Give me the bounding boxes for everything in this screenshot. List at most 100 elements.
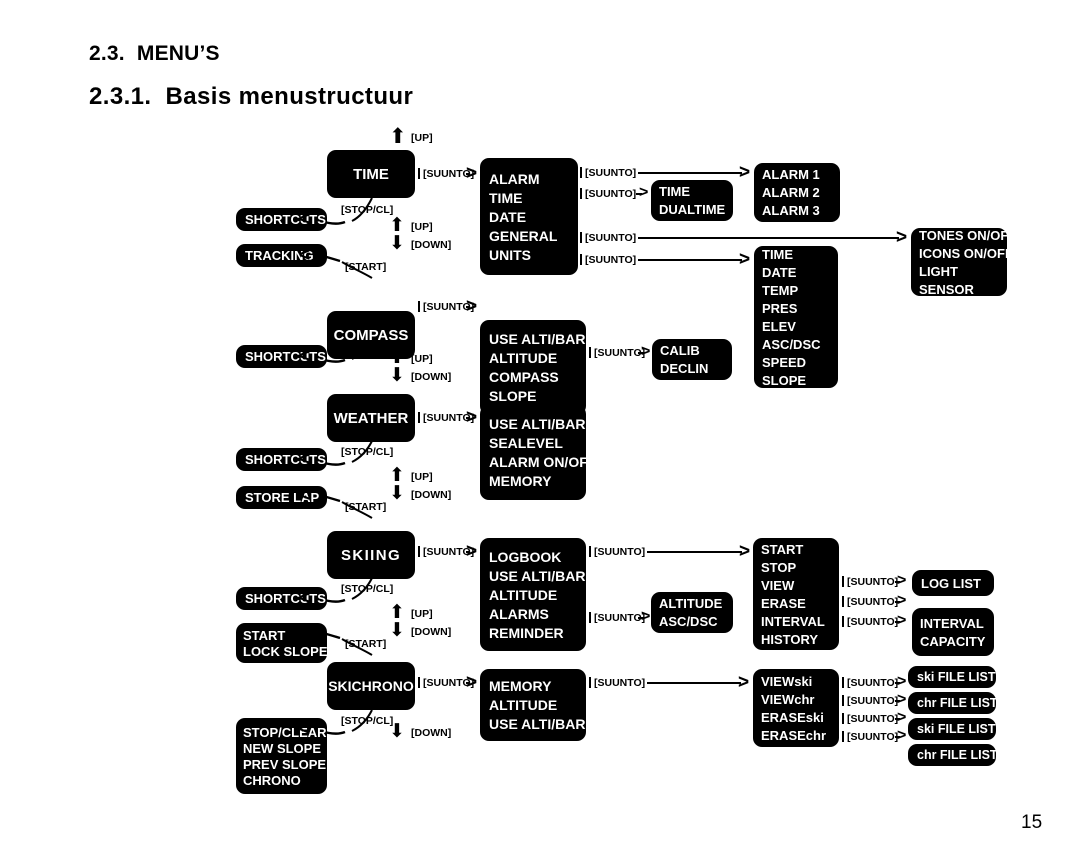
shortcut-label-new-slope: NEW SLOPE xyxy=(243,740,322,756)
connector-line xyxy=(638,172,742,174)
connector-tick xyxy=(418,168,420,179)
menu-box-compass-calib[interactable]: CALIB DECLIN xyxy=(652,339,732,380)
arrow-left-icon: < xyxy=(299,588,311,609)
connector-tick xyxy=(842,576,844,587)
shortcut-box-weather-shortcuts[interactable]: SHORTCUTS xyxy=(236,448,327,471)
menu-box-skiing-alarms[interactable]: ALTITUDE ASC/DSC xyxy=(651,592,733,633)
mode-box-compass[interactable]: COMPASS xyxy=(327,311,415,359)
suunto-label: [SUUNTO] xyxy=(847,677,899,689)
menu-box-skichrono-menu[interactable]: MEMORY ALTITUDE USE ALTI/BARO xyxy=(480,669,597,741)
arrow-right-icon: > xyxy=(739,541,751,562)
arrow-right-icon: > xyxy=(897,727,907,744)
menu-item: GENERAL xyxy=(489,227,558,244)
arrow-right-icon: > xyxy=(639,184,649,201)
menu-item: LOG LIST xyxy=(921,575,981,591)
suunto-label: [SUUNTO] xyxy=(585,188,637,200)
connector-tick xyxy=(580,254,582,265)
menu-box-time-menu[interactable]: ALARM TIME DATE GENERAL UNITS xyxy=(480,158,578,275)
mode-box-skichrono[interactable]: SKICHRONO xyxy=(327,662,415,710)
menu-item: ALARM ON/OFF xyxy=(489,454,597,470)
menu-box-time-dualtime[interactable]: TIME DUALTIME xyxy=(651,180,733,221)
menu-item: ALARM 3 xyxy=(762,203,820,218)
menu-box-file-list-4[interactable]: chr FILE LIST xyxy=(908,744,998,766)
menu-item: ERASEski xyxy=(761,709,824,725)
menu-item: ASC/DSC xyxy=(659,614,718,629)
mode-box-skiing[interactable]: SKIING xyxy=(327,531,415,579)
menu-box-logbook[interactable]: START STOP VIEW ERASE INTERVAL HISTORY xyxy=(753,538,839,650)
shortcut-label-prev-slope: PREV SLOPE xyxy=(243,756,327,772)
menu-box-compass-menu[interactable]: USE ALTI/BARO ALTITUDE COMPASS SLOPE xyxy=(480,320,596,415)
menu-item: USE ALTI/BARO xyxy=(489,716,597,732)
suunto-label: [SUUNTO] xyxy=(585,232,637,244)
suunto-label: [SUUNTO] xyxy=(847,576,899,588)
stopcl-label-skiing: [STOP/CL] xyxy=(341,583,394,595)
menu-box-interval-capacity[interactable]: INTERVAL CAPACITY xyxy=(912,608,994,656)
up-label-time2: [UP] xyxy=(411,221,433,233)
arrow-right-icon: > xyxy=(896,227,908,248)
shortcut-label-chrono: CHRONO xyxy=(243,772,301,788)
shortcut-box-skiing-shortcuts[interactable]: SHORTCUTS xyxy=(236,587,327,610)
menu-box-skichrono-memory[interactable]: VIEWski VIEWchr ERASEski ERASEchr xyxy=(753,669,839,747)
section-heading: 2.3. MENU’S xyxy=(89,42,220,66)
arrow-right-icon: > xyxy=(466,672,478,693)
shortcut-box-compass-shortcuts[interactable]: SHORTCUTS xyxy=(236,345,327,368)
shortcut-box-weather-store-lap[interactable]: STORE LAP xyxy=(236,486,327,509)
menu-item: SLOPE xyxy=(762,372,807,388)
connector-tick xyxy=(418,412,420,423)
menu-item: USE ALTI/BARO xyxy=(489,567,597,584)
down-arrow-icon: ⬇ xyxy=(389,620,405,641)
mode-label-skiing: SKIING xyxy=(340,546,402,564)
arrow-right-icon: > xyxy=(466,296,478,317)
arrow-right-icon: > xyxy=(897,709,907,726)
menu-item: LOGBOOK xyxy=(489,548,562,565)
menu-item: UNITS xyxy=(489,246,531,263)
arrow-right-icon: > xyxy=(641,343,651,360)
suunto-label: [SUUNTO] xyxy=(594,677,646,689)
arrow-right-icon: > xyxy=(897,673,907,690)
arrow-right-icon: > xyxy=(466,163,478,184)
menu-item: TIME xyxy=(489,189,523,206)
start-label-time: [START] xyxy=(345,261,387,273)
mode-label-skichrono: SKICHRONO xyxy=(328,678,414,694)
menu-box-file-list-1[interactable]: ski FILE LIST xyxy=(908,666,996,688)
connector-tick xyxy=(418,301,420,312)
down-label-skichrono: [DOWN] xyxy=(411,727,452,739)
stopcl-label-skichrono: [STOP/CL] xyxy=(341,715,394,727)
mode-box-time[interactable]: TIME xyxy=(327,150,415,198)
down-arrow-icon: ⬇ xyxy=(389,365,405,386)
connector-tick xyxy=(842,677,844,688)
menu-box-log-list[interactable]: LOG LIST xyxy=(912,570,994,596)
menu-item: STOP xyxy=(761,559,797,575)
menu-box-skiing-menu[interactable]: LOGBOOK USE ALTI/BARO ALTITUDE ALARMS RE… xyxy=(480,538,597,651)
menu-item: ALTITUDE xyxy=(489,586,558,603)
arrow-left-icon: < xyxy=(299,209,311,230)
start-label-skiing: [START] xyxy=(345,638,387,650)
shortcut-box-skichrono[interactable]: STOP/CLEAR NEW SLOPE PREV SLOPE CHRONO xyxy=(236,718,327,794)
menu-box-general[interactable]: TONES ON/OFF ICONS ON/OFF LIGHT SENSOR xyxy=(911,228,1016,296)
down-label-compass: [DOWN] xyxy=(411,371,452,383)
menu-item: MEMORY xyxy=(489,678,552,694)
shortcut-box-time-tracking[interactable]: TRACKING xyxy=(236,244,327,267)
menu-box-file-list-2[interactable]: chr FILE LIST xyxy=(908,692,998,714)
shortcut-box-time-shortcuts[interactable]: SHORTCUTS xyxy=(236,208,327,231)
suunto-label: [SUUNTO] xyxy=(847,616,899,628)
arrow-left-icon: < xyxy=(299,245,311,266)
arrow-left-icon: < xyxy=(299,449,311,470)
menu-box-file-list-3[interactable]: ski FILE LIST xyxy=(908,718,996,740)
arrow-right-icon: > xyxy=(738,672,750,693)
connector-tick xyxy=(842,596,844,607)
menu-box-alarms[interactable]: ALARM 1 ALARM 2 ALARM 3 xyxy=(754,163,840,222)
up-label-compass: [UP] xyxy=(411,353,433,365)
menu-box-weather-menu[interactable]: USE ALTI/BARO SEALEVEL ALARM ON/OFF MEMO… xyxy=(480,405,597,500)
arrow-left-icon: < xyxy=(299,622,311,643)
menu-box-units[interactable]: TIME DATE TEMP PRES ELEV ASC/DSC SPEED S… xyxy=(754,246,838,388)
connector-tick xyxy=(418,677,420,688)
arrow-left-icon: < xyxy=(299,485,311,506)
shortcut-box-skiing-start-lock[interactable]: START LOCK SLOPE xyxy=(236,623,328,663)
connector-line xyxy=(638,259,742,261)
arrow-right-icon: > xyxy=(897,592,907,609)
menu-item: VIEWchr xyxy=(761,691,815,707)
menu-item: ELEV xyxy=(762,318,796,334)
menu-item: HISTORY xyxy=(761,631,819,647)
mode-box-weather[interactable]: WEATHER xyxy=(327,394,415,442)
